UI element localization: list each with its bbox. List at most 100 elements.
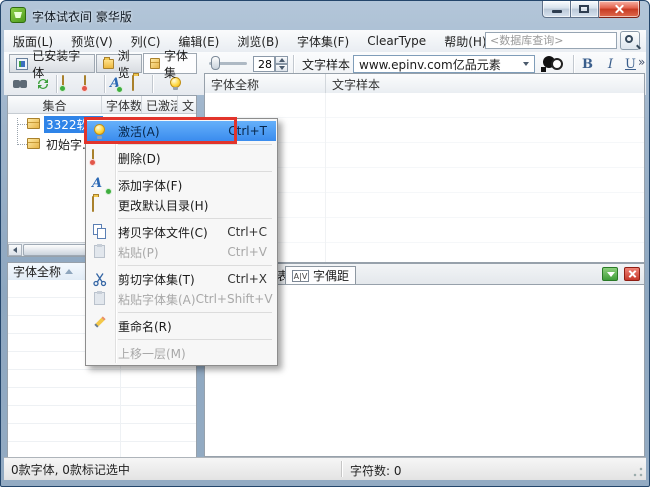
close-panel-button[interactable]: [624, 267, 640, 281]
add-font-button[interactable]: A: [110, 76, 120, 91]
italic-button[interactable]: I: [601, 55, 620, 73]
menu-item-label: 粘贴(P): [118, 244, 227, 261]
menu-item-cut-font-set[interactable]: 剪切字体集(T) Ctrl+X: [87, 269, 276, 289]
tab-font-set[interactable]: 字体集: [143, 53, 197, 74]
rotate-circle-icon: [551, 58, 563, 70]
toolbar-separator: [293, 55, 295, 73]
menu-fontset[interactable]: 字体集(F): [288, 30, 358, 53]
change-default-folder-button[interactable]: [132, 76, 148, 92]
minimize-button[interactable]: [542, 1, 571, 18]
maximize-icon: [579, 5, 589, 13]
database-search-input[interactable]: [486, 33, 616, 48]
menu-item-move-up[interactable]: 上移一层(M): [87, 343, 276, 363]
sample-text-value: www.epinv.com亿品元素: [354, 56, 523, 73]
column-font-count[interactable]: 字体数: [102, 96, 142, 113]
toolbar-separator: [104, 75, 106, 93]
menu-item-label: 粘贴字体集(A): [118, 291, 196, 308]
collection-icon: [27, 138, 40, 149]
menu-item-shortcut: Ctrl+V: [227, 245, 267, 259]
column-divider: [325, 93, 326, 262]
menu-item-paste[interactable]: 粘贴(P) Ctrl+V: [87, 242, 276, 262]
refresh-button[interactable]: [35, 76, 51, 92]
scissors-icon: [92, 271, 109, 287]
sample-text-combo[interactable]: www.epinv.com亿品元素: [353, 55, 535, 73]
tab-kerning[interactable]: A|V 字偶距: [285, 266, 356, 284]
search-icon: [625, 35, 633, 43]
resize-grip[interactable]: [632, 466, 644, 478]
title-bar[interactable]: 字体试衣间 豪华版: [1, 1, 649, 30]
app-icon: [10, 7, 26, 23]
menu-separator: [118, 312, 272, 313]
column-font-fullname: 字体全称: [13, 263, 61, 280]
collection-icon: [27, 118, 40, 129]
menu-cleartype[interactable]: ClearType: [358, 31, 435, 51]
add-set-icon: [62, 75, 64, 91]
tab-label: 字偶距: [313, 267, 349, 284]
column-font-fullname[interactable]: 字体全称: [205, 74, 326, 93]
expand-panel-button[interactable]: [602, 267, 618, 281]
menu-item-add-font[interactable]: A 添加字体(F): [87, 175, 276, 195]
more-tools-chevron[interactable]: »: [638, 55, 645, 69]
rename-pencil-icon: [92, 318, 109, 334]
font-size-input[interactable]: [253, 56, 275, 72]
column-set[interactable]: 集合: [8, 96, 102, 113]
tab-installed-fonts[interactable]: 已安装字体: [9, 54, 95, 73]
menu-separator: [118, 218, 272, 219]
search-button[interactable]: [620, 31, 640, 50]
context-menu: 激活(A) Ctrl+T 删除(D) A 添加字体(F) 更改默认目录(H) 拷…: [85, 118, 278, 366]
size-slider-thumb[interactable]: [211, 56, 220, 70]
maximize-button[interactable]: [571, 1, 599, 18]
size-down-button[interactable]: [275, 64, 288, 72]
paste-icon: [92, 291, 109, 307]
menu-browse[interactable]: 浏览(B): [228, 30, 288, 53]
column-activated[interactable]: 已激活: [142, 96, 178, 113]
status-font-count: 0款字体, 0款标记选中: [4, 461, 130, 478]
menu-item-activate[interactable]: 激活(A) Ctrl+T: [87, 121, 276, 141]
left-arrow-icon: [13, 247, 17, 253]
menu-item-label: 删除(D): [118, 150, 267, 167]
tab-browse[interactable]: 浏览: [96, 54, 142, 73]
red-highlight-box: [84, 117, 237, 144]
menu-item-rename[interactable]: 重命名(R): [87, 316, 276, 336]
close-button[interactable]: [599, 1, 640, 18]
menu-item-change-default-folder[interactable]: 更改默认目录(H): [87, 195, 276, 215]
remove-set-icon: [84, 75, 86, 91]
binoculars-icon: [13, 80, 20, 88]
chevron-down-icon: [523, 62, 529, 66]
app-window: 字体试衣间 豪华版 版面(L) 预览(V) 列(C) 编辑(E) 浏览(B) 字…: [0, 0, 650, 487]
scroll-left-button[interactable]: [8, 244, 22, 256]
menu-item-copy-font-file[interactable]: 拷贝字体文件(C) Ctrl+C: [87, 222, 276, 242]
tab-label: 字体集: [164, 47, 190, 81]
font-list-header: 字体全称 文字样本: [204, 73, 645, 94]
folder-edit-icon: [132, 75, 134, 91]
sort-ascending-icon: [65, 269, 73, 274]
column-file[interactable]: 文: [178, 96, 196, 113]
menu-item-label: 剪切字体集(T): [118, 271, 227, 288]
column-text-sample[interactable]: 文字样本: [326, 74, 644, 93]
status-divider: [341, 461, 343, 477]
menu-item-shortcut: Ctrl+Shift+V: [196, 292, 273, 306]
color-square-icon: [541, 67, 546, 72]
remove-set-button[interactable]: [84, 76, 100, 92]
menu-item-delete[interactable]: 删除(D): [87, 148, 276, 168]
toolbar-separator: [152, 75, 154, 93]
font-set-icon: [150, 58, 160, 69]
menu-item-label: 添加字体(F): [118, 177, 267, 194]
bold-button[interactable]: B: [578, 55, 597, 73]
kerning-av-icon: A|V: [292, 270, 309, 282]
minimize-icon: [552, 10, 562, 13]
window-buttons: [542, 1, 640, 18]
menu-item-label: 上移一层(M): [118, 345, 267, 362]
menu-item-paste-font-set[interactable]: 粘贴字体集(A) Ctrl+Shift+V: [87, 289, 276, 309]
size-up-button[interactable]: [275, 56, 288, 64]
tree-connector: [17, 118, 27, 125]
add-font-icon: A: [92, 177, 109, 193]
font-color-picker[interactable]: [541, 55, 569, 72]
paste-icon: [92, 244, 109, 260]
down-arrow-icon: [607, 272, 615, 277]
add-set-button[interactable]: [62, 76, 78, 92]
menu-bar: 版面(L) 预览(V) 列(C) 编辑(E) 浏览(B) 字体集(F) Clea…: [4, 30, 646, 53]
menu-separator: [118, 171, 272, 172]
font-size-spinner: [253, 56, 289, 72]
empty-icon: [92, 345, 109, 361]
